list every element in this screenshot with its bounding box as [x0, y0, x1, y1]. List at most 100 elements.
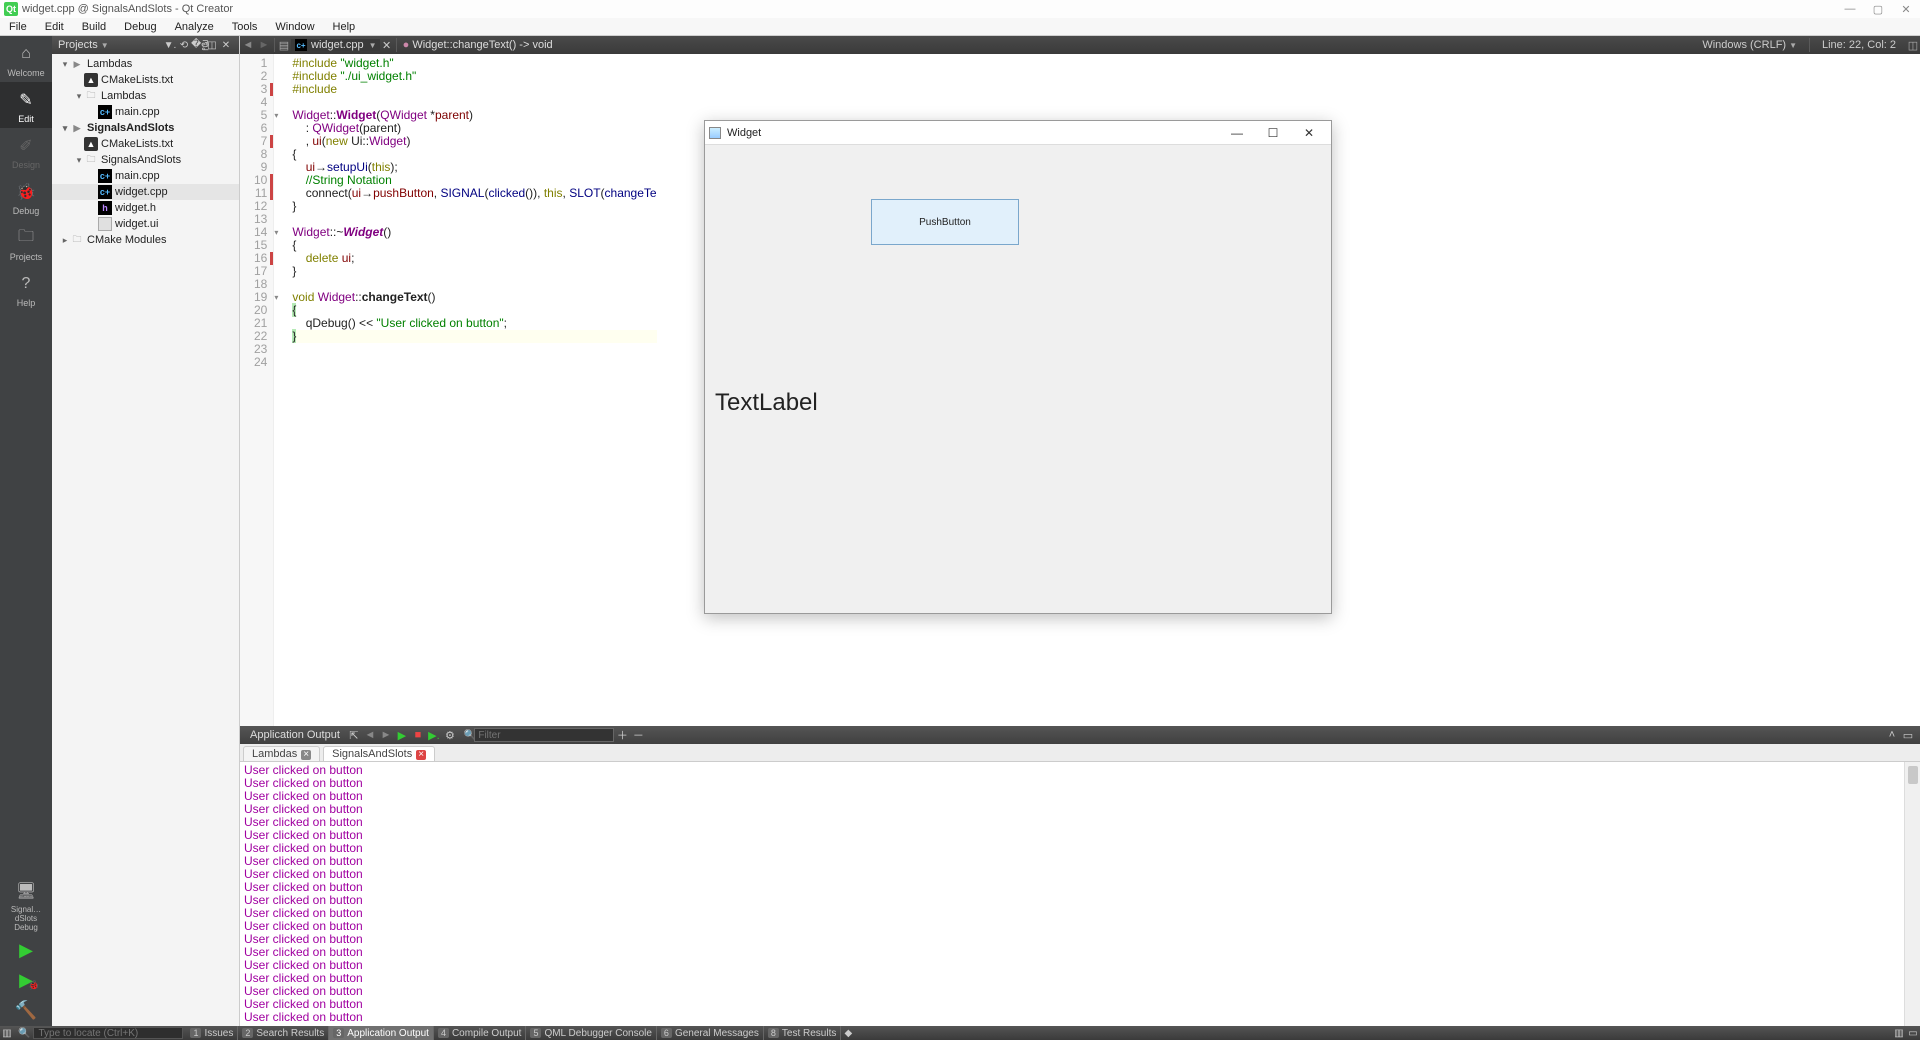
cpp-icon: c+	[98, 185, 112, 199]
tree-node[interactable]: ▾▶SignalsAndSlots	[52, 120, 239, 136]
pane-compile-output[interactable]: 4Compile Output	[434, 1026, 527, 1040]
menu-tools[interactable]: Tools	[223, 21, 267, 33]
menu-analyze[interactable]: Analyze	[166, 21, 223, 33]
close-tab-icon[interactable]: ×	[416, 750, 426, 760]
stop-icon[interactable]: ■	[410, 729, 426, 741]
doc-list-icon[interactable]: ▤	[277, 39, 291, 52]
tree-node[interactable]: c+main.cpp	[52, 104, 239, 120]
tree-node[interactable]: c+main.cpp	[52, 168, 239, 184]
output-filter-input[interactable]	[474, 728, 614, 742]
status-bar: ▥ 🔍 1Issues2Search Results3Application O…	[0, 1026, 1920, 1040]
mode-projects[interactable]: 🗀Projects	[0, 220, 52, 266]
code-content[interactable]: #include "widget.h"#include "./ui_widget…	[274, 54, 656, 726]
pane-search-results[interactable]: 2Search Results	[238, 1026, 329, 1040]
tree-node[interactable]: widget.ui	[52, 216, 239, 232]
projects-icon: 🗀	[14, 226, 38, 250]
tree-label: Lambdas	[101, 90, 146, 102]
menu-debug[interactable]: Debug	[115, 21, 165, 33]
tree-label: main.cpp	[115, 170, 160, 182]
add-icon[interactable]: ＋	[614, 727, 630, 743]
sync-icon[interactable]: ⟲	[177, 40, 191, 51]
tree-label: SignalsAndSlots	[101, 154, 181, 166]
cursor-position[interactable]: Line: 22, Col: 2	[1812, 39, 1906, 51]
output-content[interactable]: User clicked on buttonUser clicked on bu…	[240, 762, 1920, 1026]
window-minimize[interactable]: —	[1836, 3, 1864, 15]
line-gutter[interactable]: 123456789101112131415161718192021222324	[240, 54, 274, 726]
symbol-selector[interactable]: ● Widget::changeText() -> void	[399, 39, 569, 51]
tree-node[interactable]: ▾▶Lambdas	[52, 56, 239, 72]
locator-input[interactable]	[33, 1027, 183, 1039]
mode-edit[interactable]: ✎Edit	[0, 82, 52, 128]
attach-icon[interactable]: ⇱	[346, 729, 362, 742]
menu-build[interactable]: Build	[73, 21, 115, 33]
toggle-right-icon[interactable]: ▥	[1892, 1028, 1906, 1039]
tree-node[interactable]: ▲CMakeLists.txt	[52, 136, 239, 152]
tree-node[interactable]: ▸🗀CMake Modules	[52, 232, 239, 248]
remove-icon[interactable]: －	[630, 727, 646, 743]
build-button[interactable]: 🔨	[12, 1000, 40, 1022]
pane-qml-debugger-console[interactable]: 5QML Debugger Console	[526, 1026, 656, 1040]
tree-label: CMakeLists.txt	[101, 74, 173, 86]
close-doc-icon[interactable]: ✕	[380, 39, 394, 52]
menu-edit[interactable]: Edit	[36, 21, 73, 33]
push-button[interactable]: PushButton	[871, 199, 1019, 245]
tree-node[interactable]: hwidget.h	[52, 200, 239, 216]
debug-run-button[interactable]: ▶🐞	[12, 970, 40, 992]
split-icon[interactable]: ◫	[205, 40, 219, 51]
tree-node[interactable]: ▲CMakeLists.txt	[52, 72, 239, 88]
tree-label: SignalsAndSlots	[87, 122, 174, 134]
running-app-window[interactable]: Widget — ☐ ✕ PushButton TextLabel	[704, 120, 1332, 614]
mode-welcome[interactable]: ⌂Welcome	[0, 36, 52, 82]
menu-file[interactable]: File	[0, 21, 36, 33]
menu-help[interactable]: Help	[324, 21, 365, 33]
run-button[interactable]: ▶	[12, 940, 40, 962]
run-with-icon[interactable]: ▶.	[426, 729, 442, 742]
mode-design: ✐Design	[0, 128, 52, 174]
close-output-icon[interactable]: ▭	[1906, 1028, 1920, 1039]
menu-window[interactable]: Window	[266, 21, 323, 33]
pane-test-results[interactable]: 8Test Results	[764, 1026, 841, 1040]
output-tab[interactable]: SignalsAndSlots×	[323, 746, 435, 761]
kit-selector[interactable]: 🖥 Signal…dSlotsDebug	[0, 873, 52, 936]
panes-menu-icon[interactable]: ◆	[841, 1028, 855, 1039]
welcome-icon: ⌂	[14, 42, 38, 66]
pane-application-output[interactable]: 3Application Output	[329, 1026, 434, 1040]
close-tab-icon[interactable]: ×	[301, 750, 311, 760]
chevron-down-icon[interactable]: ▼	[101, 41, 109, 50]
window-close[interactable]: ✕	[1892, 3, 1920, 16]
settings-icon[interactable]: ⚙	[442, 729, 458, 742]
filter-icon[interactable]: ▼.	[163, 40, 177, 51]
app-maximize[interactable]: ☐	[1255, 126, 1291, 140]
cmake-icon: ▲	[84, 137, 98, 151]
nav-back-icon[interactable]: ◄	[240, 39, 256, 51]
toggle-sidebar-icon[interactable]: ▥	[0, 1028, 14, 1039]
mode-help[interactable]: ?Help	[0, 266, 52, 312]
rerun-icon[interactable]: ▶	[394, 729, 410, 742]
window-maximize[interactable]: ▢	[1864, 3, 1892, 16]
expand-icon[interactable]: ˄	[1884, 729, 1900, 741]
tree-node[interactable]: c+widget.cpp	[52, 184, 239, 200]
app-close[interactable]: ✕	[1291, 126, 1327, 140]
cpp-icon: c+	[98, 105, 112, 119]
tree-label: widget.ui	[115, 218, 158, 230]
output-scrollbar[interactable]	[1904, 762, 1920, 1026]
file-selector[interactable]: c+ widget.cpp ▼	[291, 39, 380, 51]
encoding-selector[interactable]: Windows (CRLF)▼	[1692, 39, 1807, 51]
split-editor-icon[interactable]: ◫	[1906, 39, 1920, 52]
method-icon: ●	[403, 39, 410, 51]
tree-node[interactable]: ▾🗀Lambdas	[52, 88, 239, 104]
dir-icon: 🗀	[84, 153, 98, 167]
collapse-icon[interactable]: ▭	[1900, 729, 1916, 742]
output-tab[interactable]: Lambdas×	[243, 746, 320, 761]
app-minimize[interactable]: —	[1219, 126, 1255, 140]
app-titlebar[interactable]: Widget — ☐ ✕	[705, 121, 1331, 145]
nav-fwd-icon: ►	[256, 39, 272, 51]
close-sidebar-icon[interactable]: ✕	[219, 40, 233, 51]
project-tree[interactable]: ▾▶Lambdas▲CMakeLists.txt▾🗀Lambdasc+main.…	[52, 54, 239, 250]
link-icon[interactable]: �తై	[191, 38, 205, 52]
pane-issues[interactable]: 1Issues	[186, 1026, 238, 1040]
pane-general-messages[interactable]: 6General Messages	[657, 1026, 764, 1040]
output-tabs: Lambdas×SignalsAndSlots×	[240, 744, 1920, 762]
tree-node[interactable]: ▾🗀SignalsAndSlots	[52, 152, 239, 168]
mode-debug[interactable]: 🐞Debug	[0, 174, 52, 220]
